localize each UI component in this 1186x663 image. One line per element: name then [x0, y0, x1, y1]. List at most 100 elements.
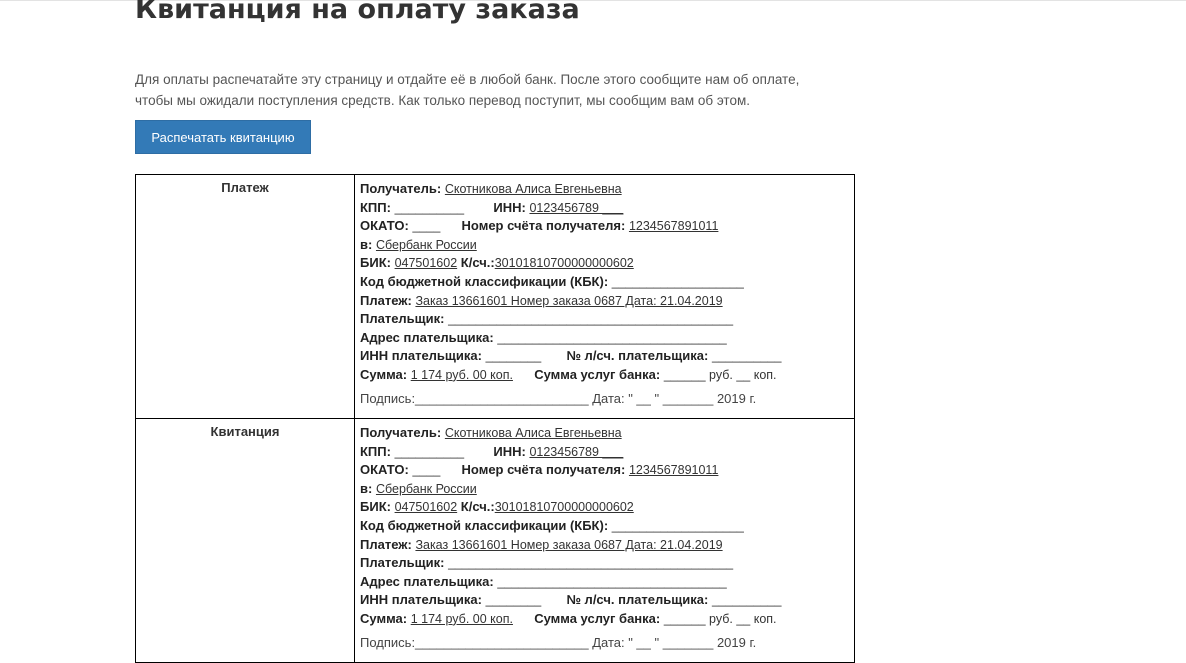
kpp-value: __________ [394, 444, 465, 459]
payment-value: Заказ 13661601 Номер заказа 0687 Дата: 2… [415, 537, 723, 552]
kpp-label: КПП: [360, 199, 391, 215]
sum-line: Сумма: 1 174 руб. 00 коп. Сумма услуг ба… [360, 366, 854, 385]
ks-value: 30101810700000000602 [494, 500, 634, 515]
section-label: Квитанция [135, 418, 355, 663]
kbk-value: ___________________ [611, 518, 744, 533]
kpp-inn-line: КПП: __________ ИНН: 0123456789 ___ [360, 199, 854, 218]
payer-inn-label: ИНН плательщика: [360, 348, 482, 364]
payer-label: Плательщик: [360, 311, 445, 327]
okato-value: ____ [412, 219, 441, 234]
signature-line: Подпись:________________________ Дата: "… [360, 390, 757, 406]
bank-fee-value: ______ руб. __ коп. [663, 367, 777, 382]
payer-account-value: __________ [711, 593, 782, 608]
bik-label: БИК: [360, 499, 391, 515]
payment-value: Заказ 13661601 Номер заказа 0687 Дата: 2… [415, 293, 723, 308]
payer-address-line: Адрес плательщика: _____________________… [360, 573, 854, 592]
payer-address-label: Адрес плательщика: [360, 573, 494, 589]
kbk-label: Код бюджетной классификации (КБК): [360, 273, 609, 289]
payer-address-line: Адрес плательщика: _____________________… [360, 329, 854, 348]
payer-inn-value: ________ [485, 593, 542, 608]
payment-line: Платеж: Заказ 13661601 Номер заказа 0687… [360, 536, 854, 555]
recipient-value: Скотникова Алиса Евгеньевна [444, 426, 622, 440]
payer-account-label: № л/сч. плательщика: [566, 592, 709, 608]
recipient-line: Получатель: Скотникова Алиса Евгеньевна [360, 424, 854, 443]
bank-label: в: [360, 480, 373, 496]
recipient-value: Скотникова Алиса Евгеньевна [444, 182, 622, 196]
recipient-line: Получатель: Скотникова Алиса Евгеньевна [360, 180, 854, 199]
payer-account-value: __________ [711, 349, 782, 364]
sum-label: Сумма: [360, 610, 408, 626]
okato-value: ____ [412, 463, 441, 478]
kbk-label: Код бюджетной классификации (КБК): [360, 517, 609, 533]
kbk-value: ___________________ [611, 274, 744, 289]
inn-label: ИНН: [493, 199, 526, 215]
payer-inn-label: ИНН плательщика: [360, 592, 482, 608]
payer-address-value: _________________________________ [497, 574, 727, 589]
bank-fee-label: Сумма услуг банка: [534, 366, 661, 382]
payer-value: ________________________________________… [448, 556, 734, 571]
section-label: Платеж [135, 174, 355, 419]
section-details: Получатель: Скотникова Алиса Евгеньевна … [354, 418, 855, 663]
kbk-line: Код бюджетной классификации (КБК): _____… [360, 517, 854, 536]
sum-label: Сумма: [360, 366, 408, 382]
signature-line: Подпись:________________________ Дата: "… [360, 634, 757, 650]
bank-fee-value: ______ руб. __ коп. [663, 611, 777, 626]
instructions-line: Для оплаты распечатайте эту страницу и о… [135, 72, 800, 87]
okato-label: ОКАТО: [360, 218, 409, 234]
okato-label: ОКАТО: [360, 462, 409, 478]
instructions: Для оплаты распечатайте эту страницу и о… [135, 69, 835, 111]
receipt-row-payment: Платеж Получатель: Скотникова Алиса Евге… [135, 174, 855, 419]
payer-line: Плательщик: ____________________________… [360, 554, 854, 573]
bank-line: в: Сбербанк России [360, 236, 854, 255]
bank-value: Сбербанк России [375, 481, 477, 496]
payment-line: Платеж: Заказ 13661601 Номер заказа 0687… [360, 292, 854, 311]
receipt-table: Платеж Получатель: Скотникова Алиса Евге… [135, 174, 855, 663]
sum-value: 1 174 руб. 00 коп. [410, 367, 513, 382]
payer-inn-line: ИНН плательщика: ________ № л/сч. плател… [360, 591, 854, 610]
bank-label: в: [360, 236, 373, 252]
bik-value: 047501602 [394, 256, 458, 271]
payer-value: ________________________________________… [448, 312, 734, 327]
sum-value: 1 174 руб. 00 коп. [410, 611, 513, 626]
ks-label: К/сч.: [460, 499, 495, 515]
kbk-line: Код бюджетной классификации (КБК): _____… [360, 273, 854, 292]
payer-line: Плательщик: ____________________________… [360, 310, 854, 329]
account-value: 1234567891011 [628, 463, 719, 478]
payer-inn-line: ИНН плательщика: ________ № л/сч. плател… [360, 347, 854, 366]
print-receipt-button[interactable]: Распечатать квитанцию [135, 120, 311, 154]
bank-fee-label: Сумма услуг банка: [534, 610, 661, 626]
account-value: 1234567891011 [628, 219, 719, 234]
ks-value: 30101810700000000602 [494, 256, 634, 271]
bik-ks-line: БИК: 047501602 К/сч.:3010181070000000060… [360, 498, 854, 517]
bik-label: БИК: [360, 255, 391, 271]
sum-line: Сумма: 1 174 руб. 00 коп. Сумма услуг ба… [360, 610, 854, 629]
kpp-label: КПП: [360, 443, 391, 459]
bank-line: в: Сбербанк России [360, 480, 854, 499]
page-title: Квитанция на оплату заказа [135, 0, 580, 25]
payment-label: Платеж: [360, 292, 412, 308]
payer-inn-value: ________ [485, 349, 542, 364]
payer-label: Плательщик: [360, 555, 445, 571]
ks-label: К/сч.: [460, 255, 495, 271]
section-details: Получатель: Скотникова Алиса Евгеньевна … [354, 174, 855, 419]
payment-label: Платеж: [360, 536, 412, 552]
payer-account-label: № л/сч. плательщика: [566, 348, 709, 364]
bank-value: Сбербанк России [375, 237, 477, 252]
account-label: Номер счёта получателя: [461, 218, 626, 234]
kpp-inn-line: КПП: __________ ИНН: 0123456789 ___ [360, 443, 854, 462]
inn-value: 0123456789 ___ [529, 444, 624, 459]
instructions-line: чтобы мы ожидали поступления средств. Ка… [135, 93, 751, 108]
inn-value: 0123456789 ___ [529, 200, 624, 215]
okato-account-line: ОКАТО: ____ Номер счёта получателя: 1234… [360, 217, 854, 236]
payer-address-value: _________________________________ [497, 330, 727, 345]
bik-value: 047501602 [394, 500, 458, 515]
payer-address-label: Адрес плательщика: [360, 329, 494, 345]
kpp-value: __________ [394, 200, 465, 215]
recipient-label: Получатель: [360, 425, 442, 440]
account-label: Номер счёта получателя: [461, 462, 626, 478]
inn-label: ИНН: [493, 443, 526, 459]
receipt-row-receipt: Квитанция Получатель: Скотникова Алиса Е… [135, 418, 855, 663]
okato-account-line: ОКАТО: ____ Номер счёта получателя: 1234… [360, 461, 854, 480]
recipient-label: Получатель: [360, 181, 442, 196]
bik-ks-line: БИК: 047501602 К/сч.:3010181070000000060… [360, 254, 854, 273]
